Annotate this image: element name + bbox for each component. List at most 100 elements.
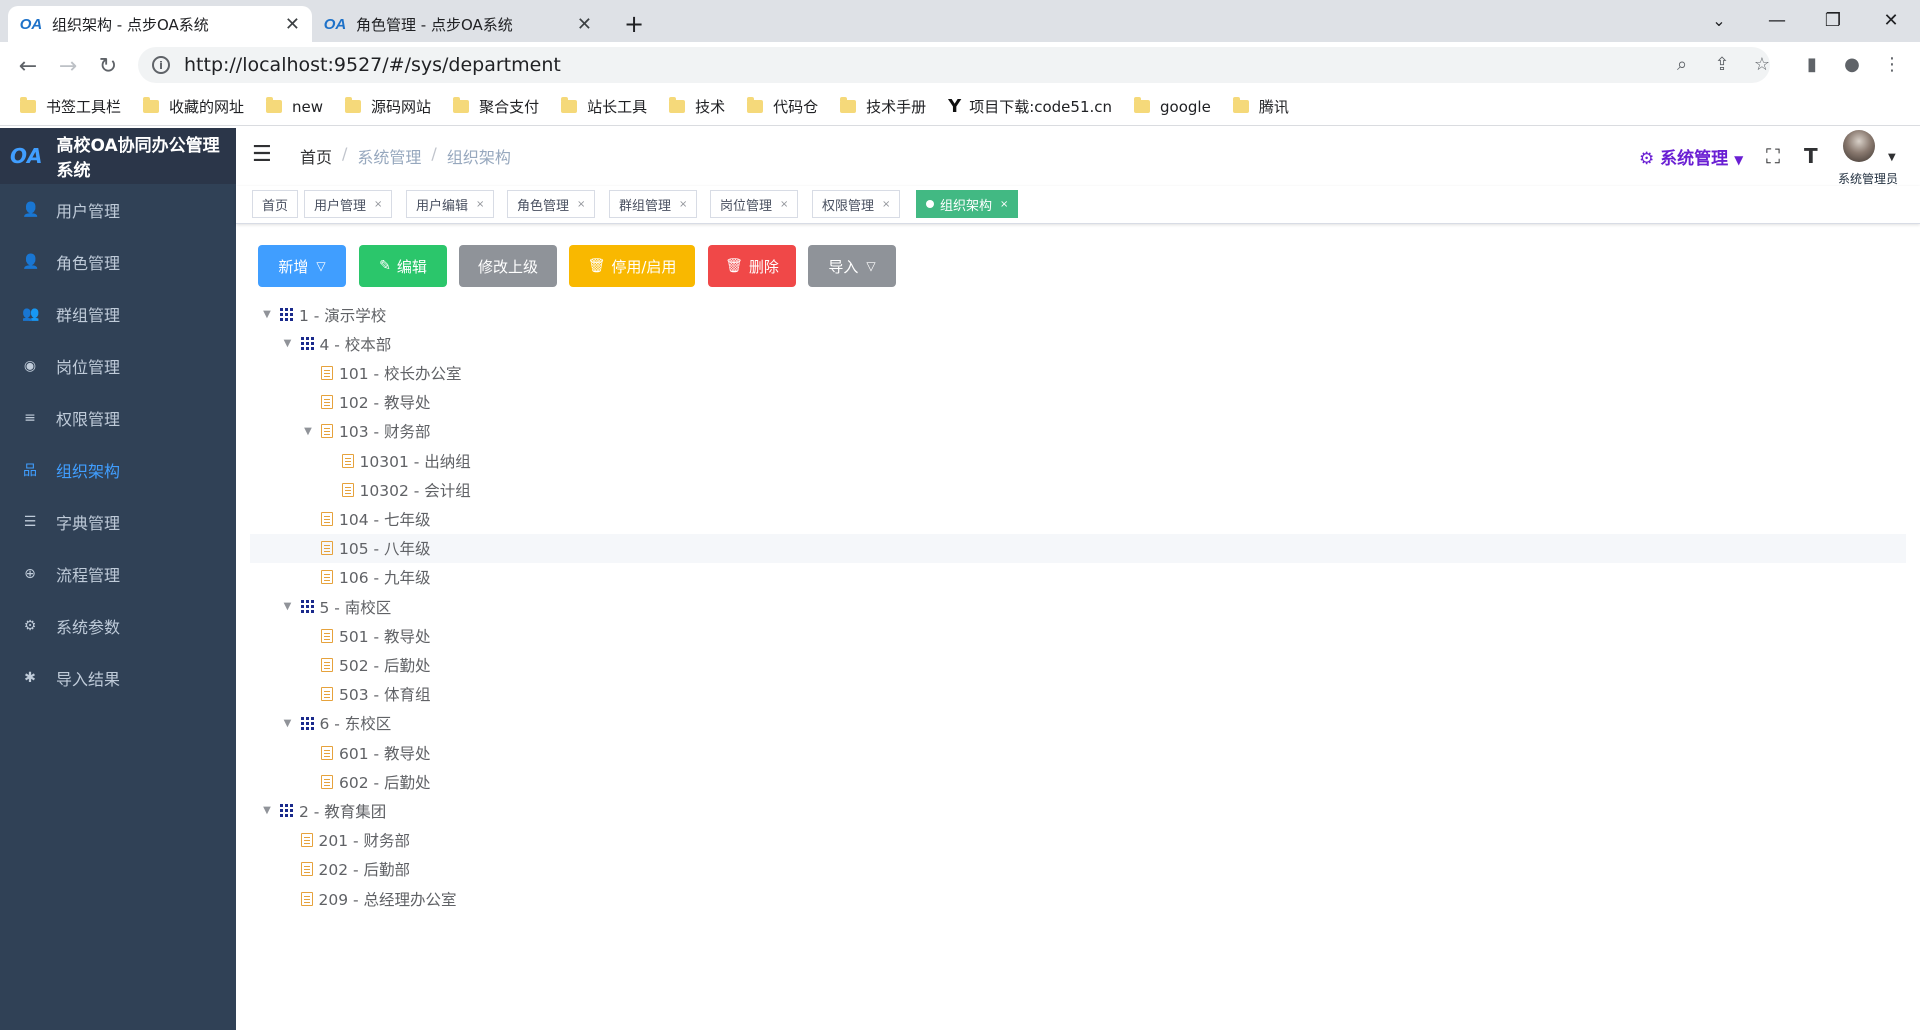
avatar[interactable] — [1843, 130, 1875, 162]
tree-node[interactable]: 106 - 九年级 — [250, 563, 1906, 592]
tree-node[interactable]: ▼ 4 - 校本部 — [250, 329, 1906, 358]
tag-item[interactable]: 岗位管理 × — [710, 190, 799, 218]
tag-item[interactable]: 首页 — [252, 190, 299, 218]
tree-node[interactable]: 105 - 八年级 — [250, 533, 1906, 563]
add-button[interactable]: 新增 ▽ — [258, 245, 346, 287]
close-icon[interactable]: ✕ — [285, 14, 300, 35]
tree-node[interactable]: 102 - 教导处 — [250, 388, 1906, 417]
sidebar-item[interactable]: 👥 群组管理 — [0, 288, 236, 340]
tag-item[interactable]: 用户编辑 × — [406, 190, 495, 218]
browser-tab-active[interactable]: OA 组织架构 - 点步OA系统 ✕ — [8, 6, 312, 42]
minimize-icon[interactable]: — — [1752, 0, 1802, 40]
expand-arrow-icon[interactable]: ▼ — [301, 426, 315, 437]
sidebar-item[interactable]: 👤 用户管理 — [0, 184, 236, 236]
expand-arrow-icon[interactable]: ▼ — [281, 338, 295, 349]
tag-item[interactable]: 角色管理 × — [507, 190, 596, 218]
close-icon[interactable]: × — [577, 199, 585, 210]
tree-node[interactable]: 601 - 教导处 — [250, 738, 1906, 767]
close-icon[interactable]: × — [476, 199, 484, 210]
tag-item[interactable]: 群组管理 × — [609, 190, 698, 218]
fullscreen-icon[interactable]: ⛶ — [1766, 144, 1780, 168]
sidebar-item[interactable]: ⚙ 系统参数 — [0, 600, 236, 652]
sidebar-item[interactable]: 👤 角色管理 — [0, 236, 236, 288]
close-icon[interactable]: × — [374, 199, 382, 210]
caret-down-icon[interactable]: ▼ — [1888, 152, 1896, 163]
window-close-icon[interactable]: ✕ — [1866, 0, 1916, 40]
tree-node[interactable]: 201 - 财务部 — [250, 826, 1906, 855]
expand-arrow-icon[interactable]: ▼ — [281, 718, 295, 729]
bookmark-item[interactable]: 聚合支付 — [453, 96, 539, 117]
import-button[interactable]: 导入 ▽ — [808, 245, 896, 287]
tree-node[interactable]: 101 - 校长办公室 — [250, 358, 1906, 387]
tree-node[interactable]: 501 - 教导处 — [250, 621, 1906, 650]
expand-arrow-icon[interactable]: ▼ — [260, 309, 274, 320]
bookmark-item[interactable]: 源码网站 — [345, 96, 431, 117]
share-icon[interactable]: ⇪ — [1706, 48, 1738, 80]
bookmark-item[interactable]: Y 项目下载:code51.cn — [948, 96, 1112, 117]
close-icon[interactable]: × — [780, 199, 788, 210]
bookmark-item[interactable]: google — [1134, 97, 1211, 116]
back-icon[interactable]: ← — [12, 50, 44, 82]
system-menu-dropdown[interactable]: ⚙ 系统管理 ▼ — [1639, 144, 1743, 169]
profile-icon[interactable]: ● — [1836, 48, 1868, 80]
close-icon[interactable]: × — [1000, 199, 1008, 210]
tree-node[interactable]: 602 - 后勤处 — [250, 767, 1906, 796]
change-parent-button[interactable]: 修改上级 — [459, 245, 557, 287]
tag-item[interactable]: 权限管理 × — [812, 190, 901, 218]
close-icon[interactable]: ✕ — [577, 14, 592, 35]
bookmark-item[interactable]: 收藏的网址 — [143, 96, 244, 117]
address-bar[interactable]: i http://localhost:9527/#/sys/department — [138, 47, 1770, 83]
bookmark-item[interactable]: 站长工具 — [561, 96, 647, 117]
expand-arrow-icon[interactable]: ▼ — [260, 805, 274, 816]
tree-node[interactable]: ▼ 5 - 南校区 — [250, 592, 1906, 621]
sidebar-item[interactable]: ✱ 导入结果 — [0, 652, 236, 704]
zoom-icon[interactable]: ⌕ — [1666, 48, 1698, 80]
tree-node[interactable]: 503 - 体育组 — [250, 680, 1906, 709]
tree-node[interactable]: 104 - 七年级 — [250, 504, 1906, 533]
hamburger-icon[interactable]: ☰ — [252, 142, 272, 167]
bookmark-item[interactable]: 技术手册 — [840, 96, 926, 117]
font-size-icon[interactable]: T — [1804, 144, 1818, 168]
info-icon[interactable]: i — [152, 56, 170, 74]
expand-arrow-icon[interactable]: ▼ — [281, 601, 295, 612]
y-logo-icon: Y — [948, 96, 962, 117]
bookmark-item[interactable]: 腾讯 — [1232, 96, 1289, 117]
bookmark-item[interactable]: 书签工具栏 — [20, 96, 121, 117]
tag-item[interactable]: 组织架构 × — [916, 190, 1019, 218]
sidebar-item[interactable]: ☰ 字典管理 — [0, 496, 236, 548]
bookmark-item[interactable]: new — [266, 97, 323, 116]
close-icon[interactable]: × — [882, 199, 890, 210]
sidebar-menu: 👤 用户管理 👤 角色管理 👥 群组管理 ◉ 岗位管理 ≡ 权限管理品 组织架构 ☰ 字典管理 ⊕ 流程管理… — [0, 184, 236, 704]
bookmark-item[interactable]: 代码仓 — [747, 96, 818, 117]
tree-node[interactable]: 10302 - 会计组 — [250, 475, 1906, 504]
delete-button[interactable]: 🗑 删除 — [708, 245, 796, 287]
reload-icon[interactable]: ↻ — [92, 50, 124, 82]
breadcrumb-home[interactable]: 首页 — [300, 144, 332, 168]
sidebar-item[interactable]: ◉ 岗位管理 — [0, 340, 236, 392]
sidebar-item[interactable]: ≡ 权限管理 — [0, 392, 236, 444]
toggle-status-button[interactable]: 🗑 停用/启用 — [569, 245, 695, 287]
tree-node[interactable]: 209 - 总经理办公室 — [250, 884, 1906, 913]
tree-node[interactable]: 202 - 后勤部 — [250, 855, 1906, 884]
star-icon[interactable]: ☆ — [1746, 48, 1778, 80]
close-icon[interactable]: × — [679, 199, 687, 210]
sidebar-item[interactable]: 品 组织架构 — [0, 444, 236, 496]
edit-button[interactable]: ✎ 编辑 — [359, 245, 447, 287]
browser-tab[interactable]: OA 角色管理 - 点步OA系统 ✕ — [312, 6, 604, 42]
tree-node[interactable]: ▼ 2 - 教育集团 — [250, 796, 1906, 825]
restore-icon[interactable]: ❐ — [1808, 0, 1858, 40]
bookmark-item[interactable]: 技术 — [669, 96, 725, 117]
tab-search-icon[interactable]: ⌄ — [1694, 0, 1744, 40]
tree-node[interactable]: ▼ 1 - 演示学校 — [250, 300, 1906, 329]
tree-node[interactable]: ▼ 6 - 东校区 — [250, 709, 1906, 738]
new-tab-button[interactable]: + — [612, 6, 660, 42]
menu-kebab-icon[interactable]: ⋮ — [1876, 48, 1908, 80]
side-panel-icon[interactable]: ▮ — [1796, 48, 1828, 80]
tree-node[interactable]: 502 - 后勤处 — [250, 650, 1906, 679]
sidebar-item[interactable]: ⊕ 流程管理 — [0, 548, 236, 600]
tree-node[interactable]: ▼ 103 - 财务部 — [250, 417, 1906, 446]
tree-node[interactable]: 10301 - 出纳组 — [250, 446, 1906, 475]
tag-item[interactable]: 用户管理 × — [304, 190, 393, 218]
forward-icon[interactable]: → — [52, 50, 84, 82]
app-logo[interactable]: OA 高校OA协同办公管理系统 — [0, 128, 236, 184]
